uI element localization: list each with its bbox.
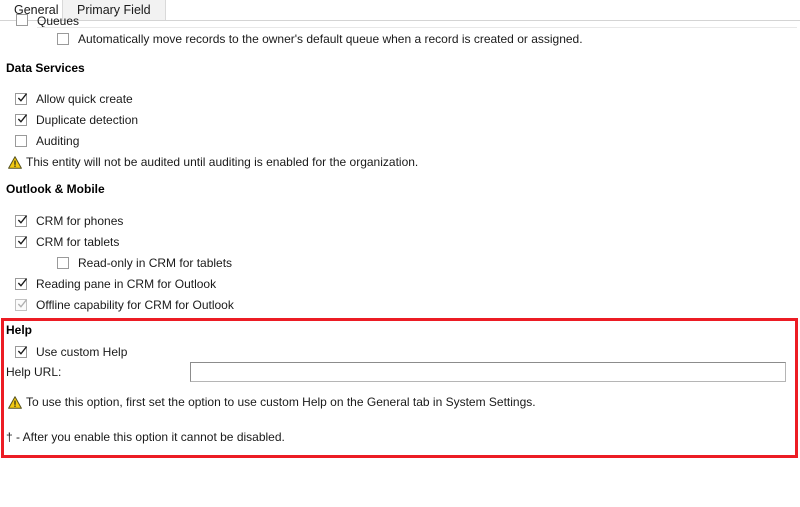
duplicate-detection-label: Duplicate detection bbox=[36, 113, 139, 127]
clipped-row-divider bbox=[37, 27, 797, 28]
offline-capability-for-crm-for-outlook-checkbox bbox=[15, 299, 27, 311]
read-only-in-crm-for-tablets-checkbox[interactable] bbox=[57, 257, 69, 269]
check-icon bbox=[17, 93, 27, 102]
auditing-checkbox[interactable] bbox=[15, 135, 27, 147]
crm-for-phones-label: CRM for phones bbox=[36, 214, 124, 228]
read-only-in-crm-for-tablets-label: Read-only in CRM for tablets bbox=[78, 256, 233, 270]
reading-pane-in-crm-for-outlook-label: Reading pane in CRM for Outlook bbox=[36, 277, 217, 291]
offline-capability-for-crm-for-outlook-label: Offline capability for CRM for Outlook bbox=[36, 298, 234, 312]
clipped-queues-label: Queues bbox=[37, 14, 80, 28]
crm-for-tablets-label: CRM for tablets bbox=[36, 235, 120, 249]
warning-triangle-icon bbox=[8, 396, 22, 409]
section-heading-data-services: Data Services bbox=[6, 61, 85, 75]
duplicate-detection-checkbox[interactable] bbox=[15, 114, 27, 126]
check-icon bbox=[17, 299, 27, 308]
check-icon bbox=[17, 114, 27, 123]
help-url-input[interactable] bbox=[190, 362, 786, 382]
section-heading-help: Help bbox=[6, 323, 33, 337]
check-icon bbox=[17, 215, 27, 224]
check-icon bbox=[17, 278, 27, 287]
check-icon bbox=[17, 346, 27, 355]
help-warning-text: To use this option, first set the option… bbox=[26, 395, 536, 409]
entity-settings-form: Queues Automatically move records to the… bbox=[0, 14, 800, 507]
auto-move-records-label: Automatically move records to the owner'… bbox=[78, 32, 583, 46]
allow-quick-create-checkbox[interactable] bbox=[15, 93, 27, 105]
use-custom-help-label: Use custom Help bbox=[36, 345, 128, 359]
section-heading-outlook-mobile: Outlook & Mobile bbox=[6, 182, 105, 196]
help-url-label: Help URL: bbox=[6, 365, 62, 379]
clipped-queues-checkbox[interactable] bbox=[16, 14, 28, 26]
reading-pane-in-crm-for-outlook-checkbox[interactable] bbox=[15, 278, 27, 290]
use-custom-help-checkbox[interactable] bbox=[15, 346, 27, 358]
crm-for-tablets-checkbox[interactable] bbox=[15, 236, 27, 248]
auditing-warning-text: This entity will not be audited until au… bbox=[26, 155, 419, 169]
help-footnote: † - After you enable this option it cann… bbox=[6, 430, 285, 444]
warning-triangle-icon bbox=[8, 156, 22, 169]
auditing-label: Auditing bbox=[36, 134, 80, 148]
check-icon bbox=[17, 236, 27, 245]
allow-quick-create-label: Allow quick create bbox=[36, 92, 133, 106]
crm-for-phones-checkbox[interactable] bbox=[15, 215, 27, 227]
auto-move-records-checkbox[interactable] bbox=[57, 33, 69, 45]
clipped-queues-row[interactable]: Queues bbox=[0, 14, 360, 28]
